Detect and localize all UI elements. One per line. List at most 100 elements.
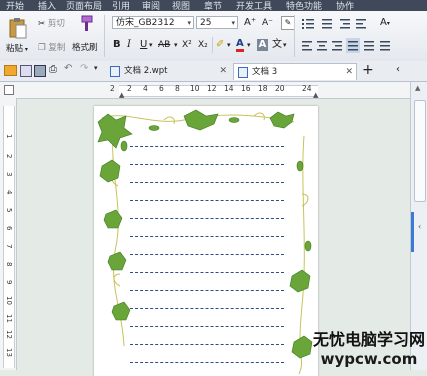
chevron-down-icon[interactable]: ▾ bbox=[283, 38, 287, 52]
copy-button[interactable]: ❐ 复制 bbox=[38, 41, 65, 53]
ruler-mark: 10 bbox=[5, 296, 13, 305]
italic-button[interactable]: I bbox=[127, 38, 131, 52]
menu-item-view[interactable]: 视图 bbox=[172, 0, 190, 11]
chevron-down-icon[interactable]: ▾ bbox=[174, 38, 178, 52]
ruler-mark: 6 bbox=[5, 226, 13, 231]
menu-item-review[interactable]: 审阅 bbox=[142, 0, 160, 11]
ruler-mark: 3 bbox=[5, 172, 13, 177]
chevron-down-icon: ▾ bbox=[187, 19, 191, 27]
document-icon bbox=[238, 67, 248, 78]
chevron-up-icon[interactable]: ▲ bbox=[415, 84, 420, 92]
document-page[interactable] bbox=[94, 106, 318, 376]
copy-icon: ❐ bbox=[38, 43, 46, 53]
menu-item-insert[interactable]: 插入 bbox=[38, 0, 56, 11]
menu-item-section[interactable]: 章节 bbox=[204, 0, 222, 11]
ruler-mark: 6 bbox=[159, 84, 164, 93]
font-size-select[interactable]: 25 ▾ bbox=[196, 16, 238, 29]
open-icon[interactable] bbox=[20, 65, 32, 77]
ruler-mark: 24 bbox=[302, 84, 312, 93]
folder-icon[interactable] bbox=[4, 65, 17, 76]
ruler-mark: 2 bbox=[5, 154, 13, 159]
ruler-mark: 8 bbox=[5, 262, 13, 267]
ruler-mark: 1 bbox=[5, 134, 13, 139]
menu-item-references[interactable]: 引用 bbox=[112, 0, 130, 11]
ruler-mark: 20 bbox=[275, 84, 285, 93]
format-painter-icon[interactable] bbox=[78, 15, 94, 33]
char-shading-button[interactable]: A bbox=[257, 39, 268, 51]
watermark-title: 无忧电脑学习网 bbox=[312, 330, 425, 349]
shrink-font-button[interactable]: A⁻ bbox=[262, 16, 273, 30]
ruler-mark: 13 bbox=[5, 348, 13, 357]
ruler-mark: 8 bbox=[175, 84, 180, 93]
menu-item-home[interactable]: 开始 bbox=[6, 0, 24, 11]
clipboard-icon[interactable] bbox=[9, 17, 27, 39]
document-icon bbox=[110, 66, 120, 77]
scroll-thumb[interactable] bbox=[414, 100, 426, 202]
font-color-button[interactable]: A bbox=[236, 38, 244, 52]
menu-item-special[interactable]: 特色功能 bbox=[286, 0, 322, 11]
ruler-mark: 11 bbox=[5, 314, 13, 323]
chevron-down-icon[interactable]: ▾ bbox=[247, 38, 251, 52]
clear-format-icon[interactable]: ✎ bbox=[281, 16, 295, 30]
underline-button[interactable]: U bbox=[140, 38, 147, 52]
tab-stop-icon[interactable] bbox=[4, 85, 14, 95]
tab-document-2[interactable]: 文档 2.wpt ✕ bbox=[106, 63, 230, 80]
phonetic-guide-button[interactable]: 文 bbox=[272, 38, 282, 52]
indent-marker[interactable]: ▲ bbox=[119, 91, 124, 99]
side-panel-handle[interactable] bbox=[411, 212, 414, 252]
grow-font-button[interactable]: A⁺ bbox=[244, 16, 256, 30]
menu-bar: 开始 插入 页面布局 引用 审阅 视图 章节 开发工具 特色功能 协作 bbox=[0, 0, 427, 11]
ruler-mark: 7 bbox=[5, 244, 13, 249]
paste-button[interactable]: 粘贴 ▾ bbox=[6, 42, 28, 54]
bold-button[interactable]: B bbox=[113, 38, 121, 52]
ruler-mark: 14 bbox=[224, 84, 234, 93]
indent-marker[interactable]: ▲ bbox=[313, 91, 318, 99]
redo-icon[interactable]: ↷ bbox=[80, 63, 88, 74]
superscript-button[interactable]: X² bbox=[182, 38, 192, 52]
save-icon[interactable] bbox=[34, 65, 46, 77]
chevron-down-icon[interactable]: ▾ bbox=[149, 38, 153, 52]
chevron-left-icon[interactable]: ‹ bbox=[396, 64, 400, 75]
highlight-icon[interactable]: ✐ bbox=[216, 38, 224, 52]
ruler-mark: 2 bbox=[110, 84, 115, 93]
ruler-mark: 4 bbox=[5, 190, 13, 195]
ruler-mark: 12 bbox=[5, 330, 13, 339]
chevron-down-icon: ▾ bbox=[386, 20, 390, 27]
print-icon[interactable]: ⎙ bbox=[49, 64, 57, 75]
font-name-select[interactable]: 仿宋_GB2312 ▾ bbox=[112, 16, 194, 29]
chevron-down-icon: ▾ bbox=[231, 19, 235, 27]
text-direction-button[interactable]: A▾ bbox=[380, 17, 390, 28]
menu-item-developer[interactable]: 开发工具 bbox=[236, 0, 272, 11]
scissors-icon: ✂ bbox=[38, 19, 46, 29]
menu-item-collab[interactable]: 协作 bbox=[336, 0, 354, 11]
add-tab-button[interactable]: + bbox=[362, 61, 374, 79]
close-icon[interactable]: ✕ bbox=[219, 63, 227, 80]
ruler-mark: 10 bbox=[190, 84, 200, 93]
subscript-button[interactable]: X₂ bbox=[198, 38, 208, 52]
tab-document-3[interactable]: 文档 3 ✕ bbox=[233, 63, 357, 80]
format-painter-button[interactable]: 格式刷 bbox=[72, 41, 98, 53]
ruler-mark: 18 bbox=[258, 84, 268, 93]
chevron-left-icon[interactable]: ‹ bbox=[418, 222, 421, 231]
chevron-down-icon[interactable]: ▾ bbox=[227, 38, 231, 52]
strikethrough-button[interactable]: AB bbox=[158, 38, 170, 52]
close-icon[interactable]: ✕ bbox=[345, 64, 353, 81]
vertical-ruler: 1 2 3 4 5 6 7 8 9 10 11 12 13 bbox=[0, 98, 17, 370]
document-tabbar: ⎙ ↶ ↷ ▾ 文档 2.wpt ✕ 文档 3 ✕ + ‹ bbox=[0, 61, 427, 82]
paragraph-tools bbox=[302, 19, 390, 53]
watermark-url: wypcw.com bbox=[320, 350, 418, 368]
ruler-mark: 5 bbox=[5, 208, 13, 213]
horizontal-ruler: 2 2 4 6 8 10 12 14 16 18 20 24 ▲ ▲ bbox=[0, 82, 410, 99]
site-watermark: 无忧电脑学习网 wypcw.com bbox=[313, 326, 425, 368]
undo-icon[interactable]: ↶ bbox=[64, 63, 72, 74]
ruler-mark: 2 bbox=[127, 84, 132, 93]
ribbon: 粘贴 ▾ ✂ 剪切 ❐ 复制 格式刷 仿宋_GB2312 ▾ 25 ▾ A⁺ A⁻ … bbox=[0, 11, 427, 62]
ruler-mark: 9 bbox=[5, 280, 13, 285]
cut-button[interactable]: ✂ 剪切 bbox=[38, 17, 65, 29]
ruler-mark: 16 bbox=[241, 84, 251, 93]
ruler-mark: 4 bbox=[143, 84, 148, 93]
ruler-mark: 12 bbox=[207, 84, 217, 93]
menu-item-page-layout[interactable]: 页面布局 bbox=[66, 0, 102, 11]
chevron-down-icon: ▾ bbox=[23, 46, 28, 53]
chevron-down-icon[interactable]: ▾ bbox=[94, 64, 98, 72]
